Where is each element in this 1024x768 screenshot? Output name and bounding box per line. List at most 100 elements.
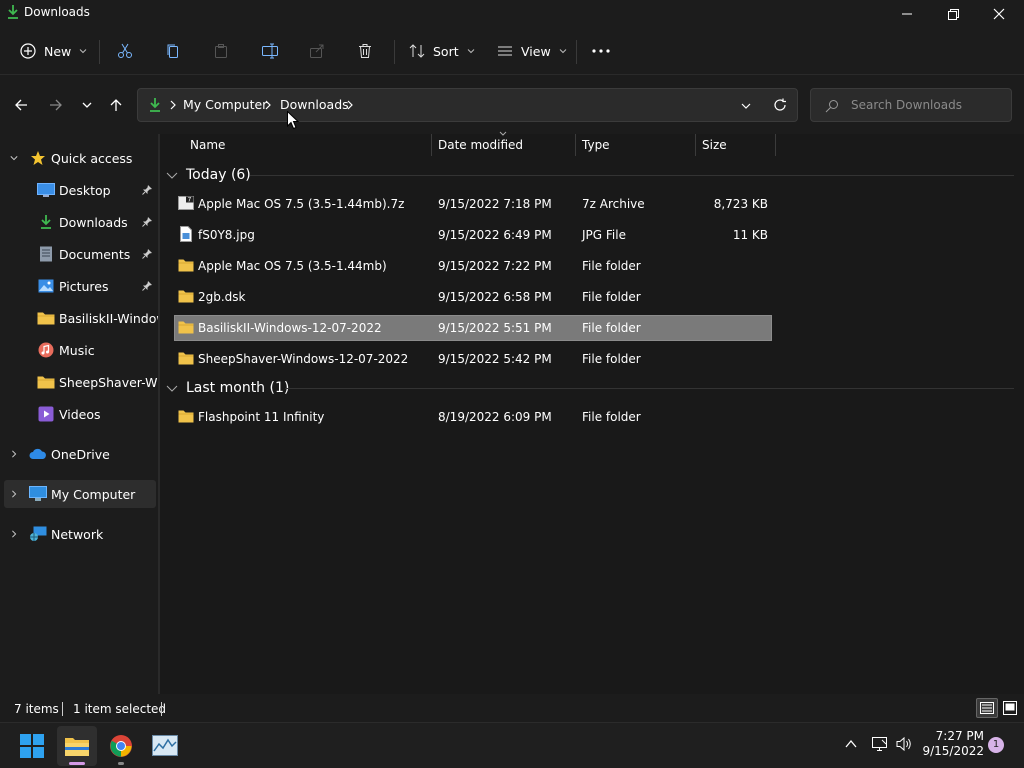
back-button[interactable]: [10, 95, 32, 115]
cut-button[interactable]: [117, 36, 133, 66]
more-options-button[interactable]: [592, 36, 610, 66]
tiles-view-button[interactable]: [1000, 698, 1020, 718]
sort-button[interactable]: Sort: [409, 36, 475, 66]
image-file-icon: [180, 226, 192, 242]
file-type: 7z Archive: [582, 197, 645, 211]
sidebar-label: Network: [51, 526, 104, 542]
new-button[interactable]: New: [20, 36, 87, 66]
forward-button[interactable]: [45, 95, 67, 115]
chevron-up-icon[interactable]: [845, 739, 857, 749]
download-icon: [37, 214, 55, 230]
taskbar-chrome[interactable]: [101, 726, 141, 766]
column-header-size[interactable]: Size: [702, 138, 727, 160]
file-date: 8/19/2022 6:09 PM: [438, 410, 552, 424]
sidebar-item-documents[interactable]: Documents: [0, 240, 158, 268]
view-button[interactable]: View: [497, 36, 567, 66]
file-type: File folder: [582, 290, 641, 304]
sidebar-label: OneDrive: [51, 446, 110, 462]
file-name: BasiliskII-Windows-12-07-2022: [198, 321, 382, 335]
delete-button[interactable]: [357, 36, 373, 66]
group-header-today[interactable]: Today (6): [166, 164, 251, 186]
file-row[interactable]: 2gb.dsk 9/15/2022 6:58 PM File folder: [174, 284, 772, 310]
breadcrumb-my-computer[interactable]: My Computer: [183, 97, 267, 112]
start-button[interactable]: [12, 726, 52, 766]
copy-button[interactable]: [165, 36, 181, 66]
file-explorer-icon: [65, 738, 89, 756]
restore-button[interactable]: [930, 0, 976, 28]
address-bar[interactable]: My Computer Downloads: [137, 88, 798, 122]
item-count: 7 items: [14, 702, 59, 716]
running-indicator: [118, 762, 124, 765]
file-date: 9/15/2022 6:58 PM: [438, 290, 552, 304]
sidebar-item-network[interactable]: Network: [0, 520, 158, 548]
sidebar-item-onedrive[interactable]: OneDrive: [0, 440, 158, 468]
arrow-up-icon: [110, 99, 122, 111]
file-row[interactable]: SheepShaver-Windows-12-07-2022 9/15/2022…: [174, 346, 772, 372]
delete-icon: [359, 44, 371, 58]
taskbar-resource-monitor[interactable]: [145, 726, 185, 766]
column-header-name[interactable]: Name: [190, 138, 225, 160]
clock-time: 7:27 PM: [935, 729, 984, 743]
sidebar-item-basilisk[interactable]: BasiliskII-Windows-12-07-2022: [0, 304, 158, 332]
sort-label: Sort: [433, 43, 459, 59]
minimize-button[interactable]: [884, 0, 930, 28]
videos-icon: [37, 406, 55, 422]
sidebar-item-quick-access[interactable]: Quick access: [0, 144, 158, 172]
column-divider[interactable]: [575, 134, 576, 156]
volume-icon[interactable]: [895, 736, 913, 752]
file-date: 9/15/2022 7:22 PM: [438, 259, 552, 273]
file-row[interactable]: Apple Mac OS 7.5 (3.5-1.44mb) 9/15/2022 …: [174, 253, 772, 279]
pin-icon: [142, 249, 152, 259]
share-button[interactable]: [309, 36, 325, 66]
sidebar-item-videos[interactable]: Videos: [0, 400, 158, 428]
pictures-icon: [37, 278, 55, 294]
column-divider[interactable]: [695, 134, 696, 156]
system-clock[interactable]: 7:27 PM 9/15/2022: [920, 729, 984, 759]
sidebar-label: Desktop: [59, 182, 111, 198]
notification-badge[interactable]: 1: [988, 737, 1004, 753]
sidebar-item-music[interactable]: Music: [0, 336, 158, 364]
close-button[interactable]: [976, 0, 1022, 28]
window-title: Downloads: [24, 5, 90, 19]
column-divider[interactable]: [431, 134, 432, 156]
column-divider[interactable]: [775, 134, 776, 156]
folder-icon: [178, 410, 194, 423]
sidebar-item-pictures[interactable]: Pictures: [0, 272, 158, 300]
rename-button[interactable]: [261, 36, 279, 66]
details-view-button[interactable]: [976, 698, 998, 718]
windows-logo-icon: [20, 734, 44, 758]
chevron-down-icon: [79, 49, 87, 54]
sidebar-item-downloads[interactable]: Downloads: [0, 208, 158, 236]
file-row[interactable]: fS0Y8.jpg 9/15/2022 6:49 PM JPG File 11 …: [174, 222, 772, 248]
network-status-icon[interactable]: [871, 736, 889, 752]
sidebar-item-desktop[interactable]: Desktop: [0, 176, 158, 204]
sidebar-label: Downloads: [59, 214, 128, 230]
divider: [576, 40, 577, 64]
sidebar-item-sheepshaver[interactable]: SheepShaver-Windows-12-07-2022: [0, 368, 158, 396]
column-header-type[interactable]: Type: [582, 138, 610, 160]
pin-icon: [142, 217, 152, 227]
paste-button[interactable]: [213, 36, 229, 66]
column-header-date[interactable]: Date modified: [438, 138, 523, 160]
breadcrumb-downloads[interactable]: Downloads: [280, 97, 349, 112]
documents-icon: [37, 246, 55, 262]
refresh-icon[interactable]: [773, 98, 787, 112]
taskbar-file-explorer[interactable]: [57, 726, 97, 766]
search-placeholder: Search Downloads: [851, 98, 962, 112]
sidebar-item-my-computer[interactable]: My Computer: [4, 480, 156, 508]
file-row[interactable]: Flashpoint 11 Infinity 8/19/2022 6:09 PM…: [174, 404, 772, 430]
recent-locations-button[interactable]: [76, 95, 98, 115]
file-row-selected[interactable]: BasiliskII-Windows-12-07-2022 9/15/2022 …: [174, 315, 772, 341]
file-row[interactable]: 7 Apple Mac OS 7.5 (3.5-1.44mb).7z 9/15/…: [174, 191, 772, 217]
download-icon: [150, 98, 160, 112]
more-icon: [592, 49, 610, 53]
chevron-down-icon: [10, 156, 18, 161]
file-date: 9/15/2022 6:49 PM: [438, 228, 552, 242]
folder-icon: [178, 290, 194, 303]
address-dropdown-icon[interactable]: [741, 101, 751, 111]
up-button[interactable]: [105, 95, 127, 115]
search-box[interactable]: Search Downloads: [810, 88, 1012, 122]
group-header-last-month[interactable]: Last month (1): [166, 377, 289, 399]
status-divider: [161, 702, 162, 716]
file-type: File folder: [582, 410, 641, 424]
